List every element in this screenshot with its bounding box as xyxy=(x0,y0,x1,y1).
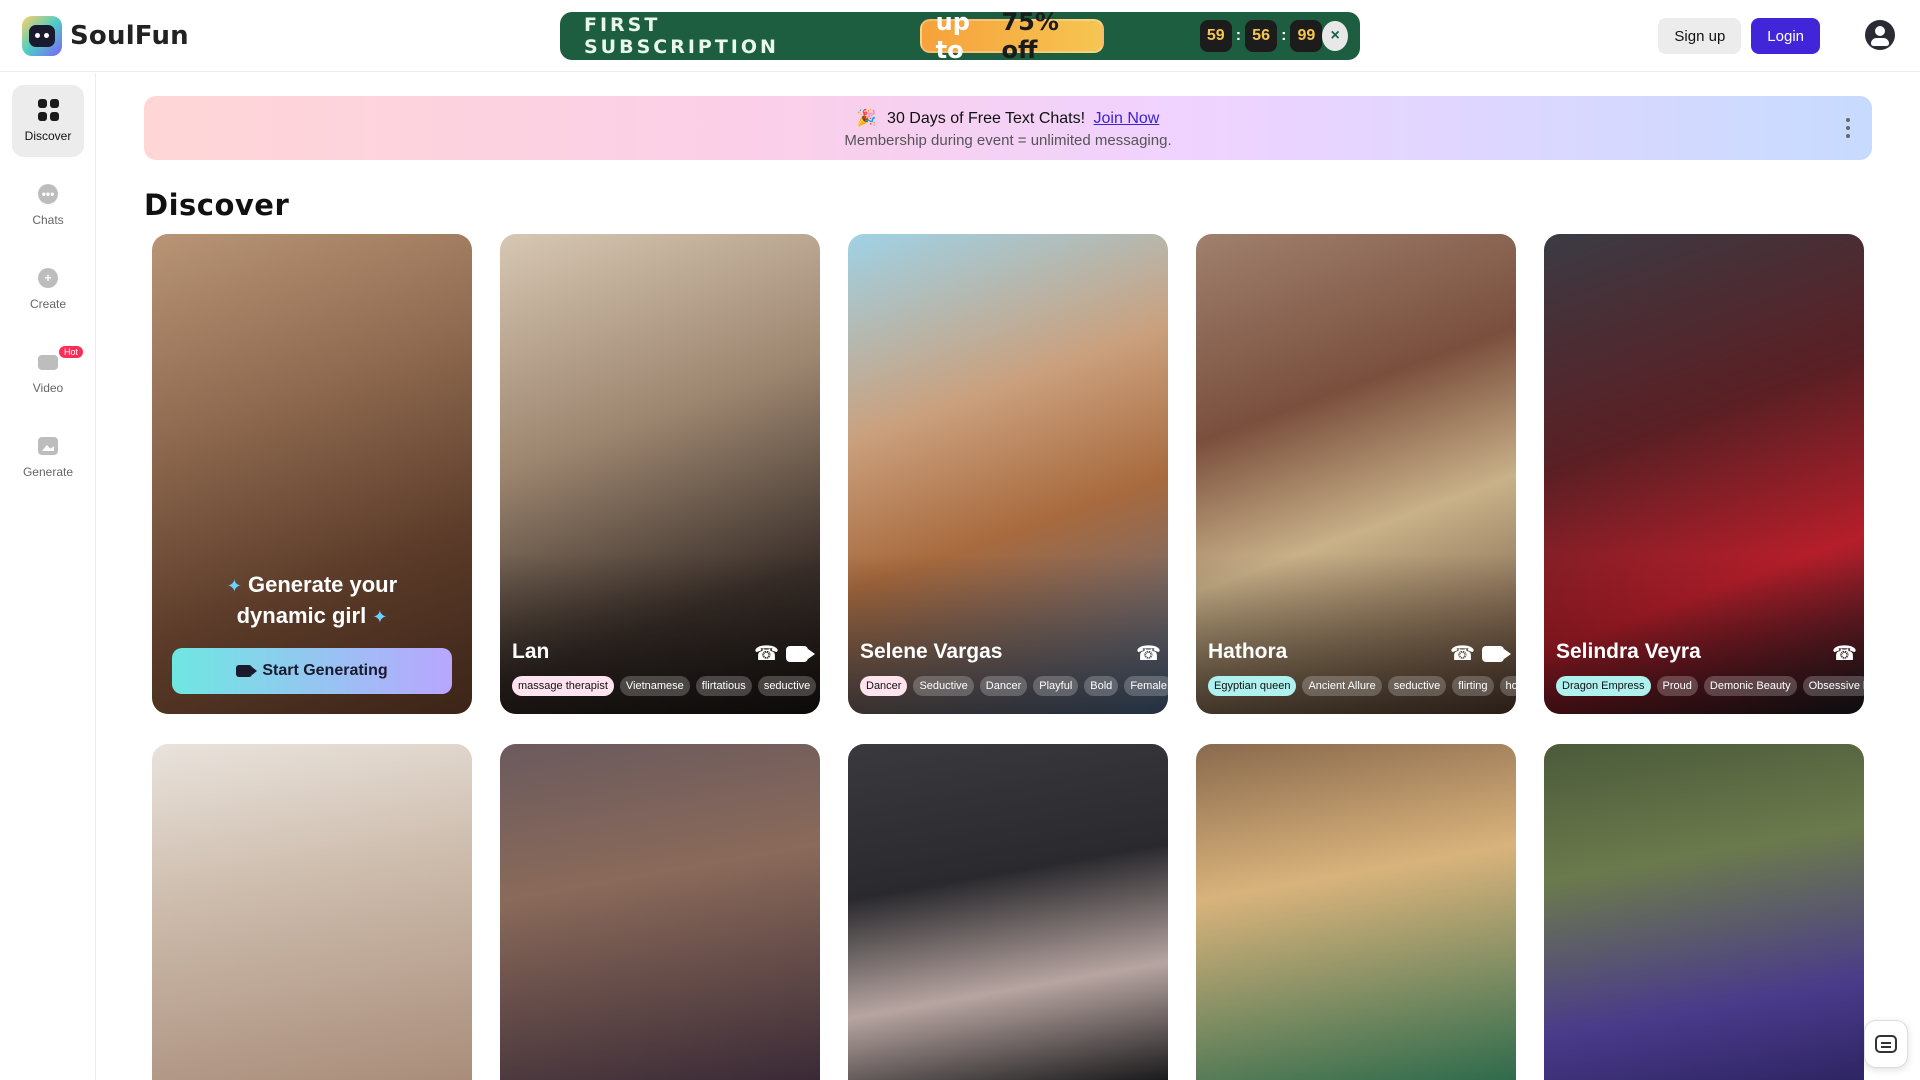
tag: Bold xyxy=(1084,676,1119,696)
character-name: Selindra Veyra xyxy=(1556,640,1701,663)
countdown-timer: 59 : 56 : 99 xyxy=(1199,20,1323,52)
sidebar-item-create[interactable]: + Create xyxy=(12,253,84,325)
phone-icon[interactable] xyxy=(754,641,779,666)
left-sidebar: Discover ••• Chats + Create Video Hot Ge… xyxy=(0,73,96,1080)
timer-seconds: 99 xyxy=(1290,20,1323,52)
hot-badge: Hot xyxy=(59,346,84,358)
tag: seductive xyxy=(1387,676,1447,696)
sidebar-item-chats[interactable]: ••• Chats xyxy=(12,169,84,241)
tag-list: Egyptian queen Ancient Allure seductive … xyxy=(1208,676,1516,696)
tag: Female xyxy=(1124,676,1168,696)
logo-icon xyxy=(22,16,62,56)
video-call-icon[interactable] xyxy=(1482,646,1511,662)
brand-logo[interactable]: SoulFun xyxy=(22,16,189,56)
start-generating-label: Start Generating xyxy=(262,662,388,679)
tag: Proud xyxy=(1656,676,1698,696)
join-now-link[interactable]: Join Now xyxy=(1094,110,1160,127)
grid-icon xyxy=(37,99,59,121)
banner-text: 30 Days of Free Text Chats! xyxy=(887,109,1086,127)
signup-button[interactable]: Sign up xyxy=(1658,18,1742,54)
video-camera-icon xyxy=(236,665,258,677)
sidebar-item-label: Discover xyxy=(24,129,72,143)
character-card[interactable]: Selindra Veyra Dragon Empress Proud Demo… xyxy=(1544,234,1864,714)
tag-list: Dancer Seductive Dancer Playful Bold Fem… xyxy=(860,676,1168,696)
character-card[interactable] xyxy=(848,744,1168,1080)
tag: Dancer xyxy=(979,676,1028,696)
chat-bubble-icon xyxy=(1875,1035,1897,1053)
generate-card[interactable]: ✦ Generate your dynamic girl ✦ Start Gen… xyxy=(152,234,472,714)
video-call-icon[interactable] xyxy=(786,646,815,662)
offer-prefix: up to xyxy=(935,8,970,64)
tag: ho xyxy=(1499,676,1516,696)
brand-name: SoulFun xyxy=(70,21,189,51)
banner-headline: 🎉 30 Days of Free Text Chats! Join Now xyxy=(857,108,1160,128)
generate-card-title: ✦ Generate your dynamic girl ✦ xyxy=(152,570,472,632)
sparkle-icon: ✦ xyxy=(226,576,242,596)
phone-icon[interactable] xyxy=(1450,641,1475,666)
character-card[interactable]: Lan massage therapist Vietnamese flirtat… xyxy=(500,234,820,714)
tag: flirtatious xyxy=(695,676,752,696)
character-card[interactable] xyxy=(152,744,472,1080)
tag: Playful xyxy=(1033,676,1079,696)
character-card[interactable] xyxy=(1196,744,1516,1080)
tag: Dancer xyxy=(860,676,908,696)
tag: Ancient Allure xyxy=(1302,676,1382,696)
party-icon: 🎉 xyxy=(856,109,877,127)
free-chats-banner: 🎉 30 Days of Free Text Chats! Join Now M… xyxy=(144,96,1872,160)
start-generating-button[interactable]: Start Generating xyxy=(172,648,452,694)
tag-list: Dragon Empress Proud Demonic Beauty Obse… xyxy=(1556,676,1864,696)
user-account-icon[interactable] xyxy=(1865,20,1895,50)
character-card[interactable]: Hathora Egyptian queen Ancient Allure se… xyxy=(1196,234,1516,714)
tag: Egyptian queen xyxy=(1208,676,1297,696)
tag: seductive xyxy=(757,676,817,696)
video-icon xyxy=(37,351,59,373)
sidebar-item-generate[interactable]: Generate xyxy=(12,421,84,493)
sidebar-item-label: Chats xyxy=(32,213,64,227)
chat-support-button[interactable] xyxy=(1864,1020,1908,1068)
top-header: SoulFun FIRST SUBSCRIPTION up to 75% off… xyxy=(0,0,1920,72)
auth-buttons: Sign up Login xyxy=(1658,18,1820,54)
sidebar-item-label: Create xyxy=(29,297,67,311)
more-options-icon[interactable] xyxy=(1846,118,1850,138)
subscription-promo-bar[interactable]: FIRST SUBSCRIPTION up to 75% off 59 : 56… xyxy=(560,8,1360,64)
phone-icon[interactable] xyxy=(1832,641,1857,666)
character-card[interactable]: Selene Vargas Dancer Seductive Dancer Pl… xyxy=(848,234,1168,714)
sparkle-icon: ✦ xyxy=(372,607,388,627)
image-icon xyxy=(37,435,59,457)
tag: Demonic Beauty xyxy=(1703,676,1797,696)
tag-list: massage therapist Vietnamese flirtatious… xyxy=(512,676,820,696)
timer-separator: : xyxy=(1281,27,1287,44)
close-promo-button[interactable]: × xyxy=(1322,21,1348,51)
tag: Seductive xyxy=(913,676,974,696)
promo-offer-badge: up to 75% off xyxy=(919,8,1104,64)
offer-value: 75% off xyxy=(1001,8,1059,64)
timer-minutes: 56 xyxy=(1245,20,1278,52)
plus-icon: + xyxy=(37,267,59,289)
character-name: Lan xyxy=(512,640,550,663)
login-button[interactable]: Login xyxy=(1751,18,1820,54)
timer-separator: : xyxy=(1235,27,1242,44)
chat-icon: ••• xyxy=(37,183,59,205)
tag: Obsessive l xyxy=(1802,676,1864,696)
tag: Dragon Empress xyxy=(1556,676,1651,696)
character-name: Selene Vargas xyxy=(860,640,1003,663)
tag: flirting xyxy=(1452,676,1494,696)
section-title: Discover xyxy=(144,188,290,222)
phone-icon[interactable] xyxy=(1136,641,1161,666)
sidebar-item-discover[interactable]: Discover xyxy=(12,85,84,157)
sidebar-item-label: Video xyxy=(32,381,64,395)
timer-hours: 59 xyxy=(1199,20,1232,52)
tag: Vietnamese xyxy=(619,676,690,696)
banner-subtext: Membership during event = unlimited mess… xyxy=(844,131,1172,149)
character-card[interactable] xyxy=(500,744,820,1080)
character-name: Hathora xyxy=(1208,640,1288,663)
tag: massage therapist xyxy=(512,676,614,696)
character-card[interactable] xyxy=(1544,744,1864,1080)
promo-title: FIRST SUBSCRIPTION xyxy=(584,14,779,58)
sidebar-item-label: Generate xyxy=(22,465,74,479)
